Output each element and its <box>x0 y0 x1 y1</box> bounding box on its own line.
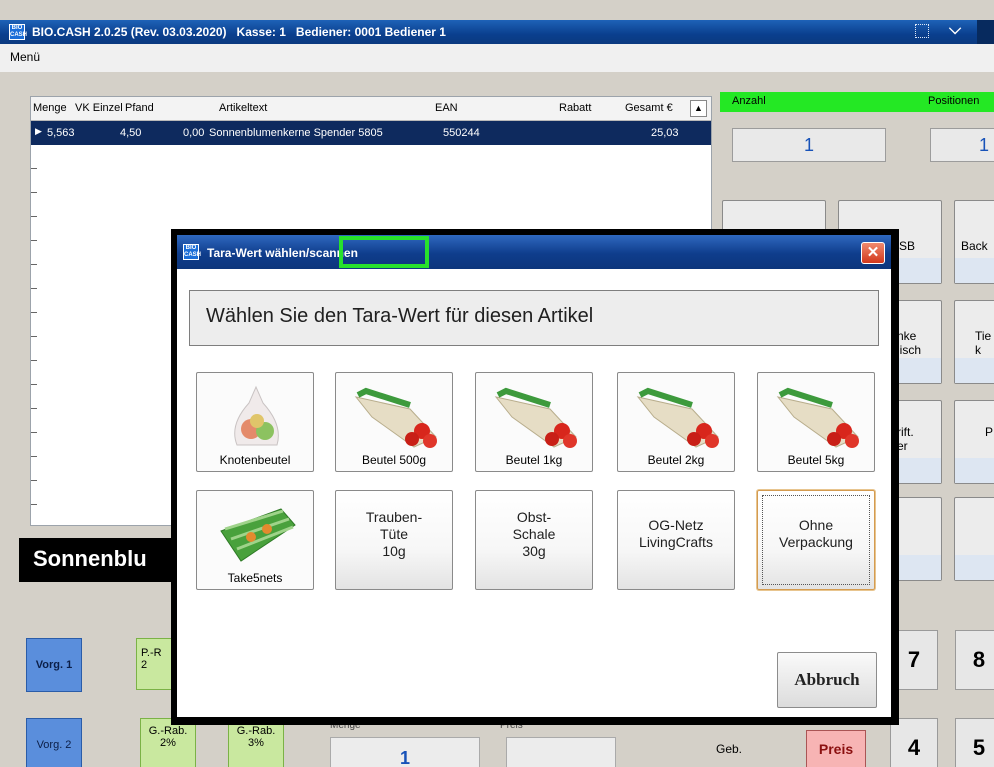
vorgang-1-button[interactable]: Vorg. 1 <box>26 638 82 692</box>
cell-vk: 4,50 <box>120 127 142 139</box>
side-button-empty[interactable] <box>954 497 994 581</box>
tile-label: Take5nets <box>227 571 283 585</box>
col-gesamt[interactable]: Gesamt € <box>625 102 673 114</box>
tomato-bag-image <box>776 387 859 448</box>
side-button-back[interactable]: Back <box>954 200 994 284</box>
positionen-value: 1 <box>930 128 994 162</box>
col-vk-einzel[interactable]: VK Einzel <box>75 102 123 114</box>
tara-beutel-500g-button[interactable]: Beutel 500g <box>335 372 453 472</box>
product-name-display: Sonnenblu <box>19 538 179 582</box>
app-icon: BIO CASH <box>9 24 28 40</box>
tile-label: Beutel 5kg <box>787 453 845 467</box>
tile-label: Obst- Schale 30g <box>512 509 556 559</box>
window-controls: ⌵ <box>915 20 994 44</box>
highlight-box <box>339 236 429 268</box>
table-header: Menge VK Einzel Pfand Artikeltext EAN Ra… <box>31 97 711 121</box>
tile-label: Ohne Verpackung <box>779 517 853 550</box>
positionen-label: Positionen <box>928 95 980 107</box>
geb-label: Geb. <box>716 742 743 756</box>
menge-field[interactable]: 1 <box>330 737 480 767</box>
tara-beutel-2kg-button[interactable]: Beutel 2kg <box>617 372 735 472</box>
table-row[interactable]: ▶ 5,563 4,50 0,00 Sonnenblumenkerne Spen… <box>31 121 711 145</box>
anzahl-value: 1 <box>732 128 886 162</box>
key-5[interactable]: 5 <box>955 718 994 767</box>
dialog-body: BIO CASH Tara-Wert wählen/scannen ✕ Wähl… <box>177 235 891 717</box>
col-ean[interactable]: EAN <box>435 102 458 114</box>
cell-gesamt: 25,03 <box>651 127 679 139</box>
cell-artikeltext: Sonnenblumenkerne Spender 5805 <box>209 127 383 139</box>
vorgang-2-button[interactable]: Vorg. 2 <box>26 718 82 767</box>
chevron-down-icon[interactable]: ⌵ <box>949 21 961 39</box>
cancel-button[interactable]: Abbruch <box>777 652 877 708</box>
sort-up-icon[interactable]: ▲ <box>690 100 707 117</box>
tile-label: OG-Netz LivingCrafts <box>639 517 713 550</box>
row-gridlines <box>31 145 37 525</box>
tara-dialog: BIO CASH Tara-Wert wählen/scannen ✕ Wähl… <box>171 229 899 725</box>
window-title: BIO.CASH 2.0.25 (Rev. 03.03.2020) Kasse:… <box>32 25 446 39</box>
grid-icon[interactable] <box>915 24 929 38</box>
anzahl-label: Anzahl <box>732 95 766 107</box>
bag-image <box>234 385 279 446</box>
g-rabatt-3-button[interactable]: G.-Rab. 3% <box>228 718 284 767</box>
col-rabatt[interactable]: Rabatt <box>559 102 591 114</box>
tile-label: Beutel 1kg <box>505 453 563 467</box>
key-4[interactable]: 4 <box>890 718 938 767</box>
tara-trauben-tuete-button[interactable]: Trauben- Tüte 10g <box>335 490 453 590</box>
tara-ohne-verpackung-button[interactable]: Ohne Verpackung <box>757 490 875 590</box>
row-pointer-icon: ▶ <box>35 126 42 136</box>
net-bag-image <box>220 508 296 562</box>
app-icon: BIO CASH <box>183 244 202 260</box>
tara-beutel-1kg-button[interactable]: Beutel 1kg <box>475 372 593 472</box>
preis-field[interactable] <box>506 737 616 767</box>
dialog-title: Tara-Wert wählen/scannen <box>207 246 358 260</box>
tile-label: Knotenbeutel <box>219 453 291 467</box>
tile-label: Beutel 500g <box>361 453 427 467</box>
tara-beutel-5kg-button[interactable]: Beutel 5kg <box>757 372 875 472</box>
col-menge[interactable]: Menge <box>33 102 67 114</box>
close-icon[interactable]: ✕ <box>861 242 885 264</box>
tara-obst-schale-button[interactable]: Obst- Schale 30g <box>475 490 593 590</box>
tara-og-netz-button[interactable]: OG-Netz LivingCrafts <box>617 490 735 590</box>
tomato-bag-image <box>354 387 437 448</box>
counter-header: Anzahl Positionen <box>720 92 994 112</box>
tomato-bag-image <box>636 387 719 448</box>
tara-knotenbeutel-button[interactable]: Knotenbeutel <box>196 372 314 472</box>
side-button-tiefkuehl[interactable]: Tie k <box>954 300 994 384</box>
window-control-button[interactable] <box>977 20 994 44</box>
col-artikeltext[interactable]: Artikeltext <box>219 102 267 114</box>
preis-button[interactable]: Preis <box>806 730 866 767</box>
col-pfand[interactable]: Pfand <box>125 102 154 114</box>
key-8[interactable]: 8 <box>955 630 994 690</box>
side-button-p[interactable]: P <box>954 400 994 484</box>
cell-menge: 5,563 <box>47 127 75 139</box>
tile-label: Trauben- Tüte 10g <box>365 509 423 559</box>
dialog-title-bar: BIO CASH Tara-Wert wählen/scannen ✕ <box>177 235 891 269</box>
tile-label: Beutel 2kg <box>647 453 705 467</box>
title-bar: BIO CASH BIO.CASH 2.0.25 (Rev. 03.03.202… <box>0 20 994 44</box>
cell-ean: 550244 <box>443 127 480 139</box>
dialog-prompt: Wählen Sie den Tara-Wert für diesen Arti… <box>189 290 879 346</box>
g-rabatt-2-button[interactable]: G.-Rab. 2% <box>140 718 196 767</box>
menu-bar: Menü <box>0 44 994 72</box>
menu-item[interactable]: Menü <box>10 50 40 64</box>
tara-take5nets-button[interactable]: Take5nets <box>196 490 314 590</box>
tomato-bag-image <box>494 387 577 448</box>
cell-pfand: 0,00 <box>183 127 205 139</box>
